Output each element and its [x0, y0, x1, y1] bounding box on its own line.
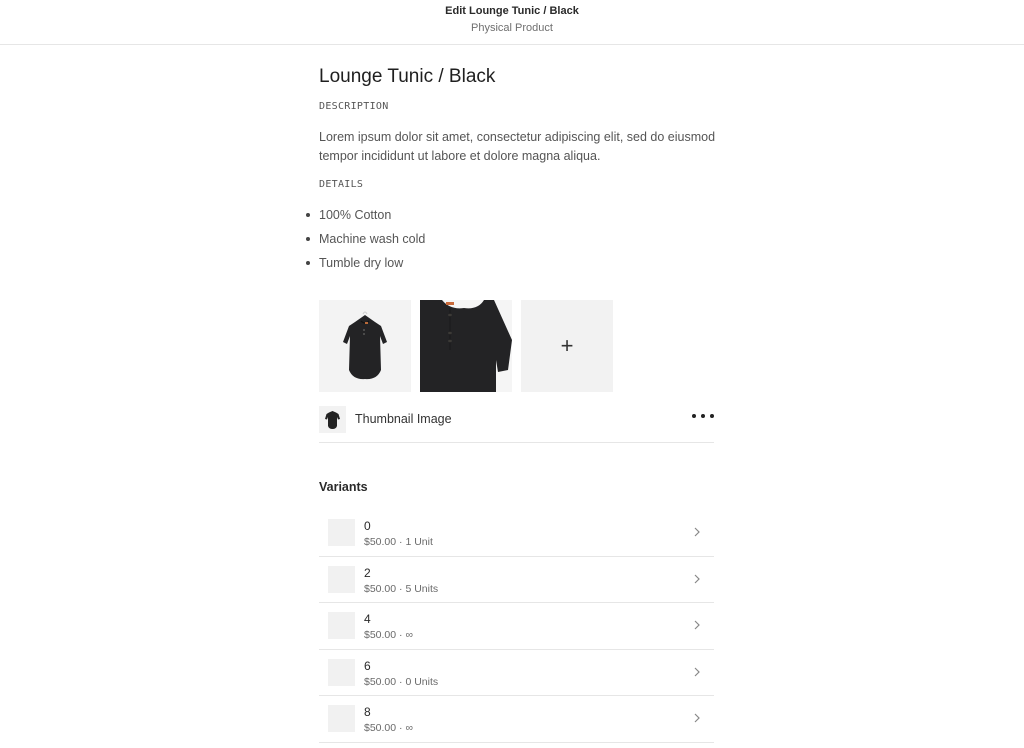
variant-row[interactable]: 0 $50.00 · 1 Unit — [319, 510, 714, 557]
image-gallery: + — [319, 300, 613, 392]
add-image-button[interactable]: + — [521, 300, 613, 392]
details-label: DETAILS — [319, 179, 364, 190]
detail-item: Tumble dry low — [306, 254, 425, 278]
detail-item: 100% Cotton — [306, 206, 425, 230]
chevron-right-icon — [694, 667, 700, 676]
variant-price-stock: $50.00 · 5 Units — [364, 582, 439, 595]
tunic-detail-image — [420, 300, 512, 392]
variant-name: 2 — [364, 565, 371, 580]
variant-name: 8 — [364, 705, 371, 719]
variant-row[interactable]: 8 $50.00 · ∞ — [319, 696, 714, 743]
variant-row[interactable]: 2 $50.00 · 5 Units — [319, 557, 714, 603]
variants-heading: Variants — [319, 480, 368, 494]
variant-image-placeholder — [328, 705, 355, 732]
variant-image-placeholder — [328, 658, 355, 686]
thumbnail-label: Thumbnail Image — [355, 412, 452, 426]
bullet-icon — [306, 213, 310, 217]
bullet-icon — [306, 261, 310, 265]
detail-text: Machine wash cold — [319, 232, 426, 246]
plus-icon: + — [560, 333, 574, 358]
variant-image-placeholder — [328, 519, 355, 546]
tunic-thumbnail-image — [325, 411, 340, 429]
chevron-right-icon — [694, 713, 700, 723]
product-image-full[interactable] — [319, 300, 411, 392]
detail-text: Tumble dry low — [319, 256, 404, 270]
variants-list: 0 $50.00 · 1 Unit 2 $50.00 · 5 Units 4 $… — [319, 510, 714, 743]
variant-name: 4 — [364, 612, 371, 626]
top-bar: Edit Lounge Tunic / Black Physical Produ… — [0, 0, 1024, 45]
chevron-right-icon — [694, 574, 700, 583]
product-title: Lounge Tunic / Black — [319, 66, 496, 87]
chevron-right-icon — [694, 527, 700, 537]
detail-item: Machine wash cold — [306, 230, 426, 254]
detail-text: 100% Cotton — [319, 208, 392, 222]
dot — [701, 414, 705, 418]
details-list: 100% Cotton Machine wash cold Tumble dry… — [306, 206, 426, 278]
more-options-icon[interactable] — [692, 408, 714, 424]
variant-row[interactable]: 4 $50.00 · ∞ — [319, 603, 714, 650]
product-description: Lorem ipsum dolor sit amet, consectetur … — [319, 130, 716, 163]
page-title: Edit Lounge Tunic / Black — [445, 5, 579, 17]
variant-name: 6 — [364, 658, 371, 673]
description-label: DESCRIPTION — [319, 101, 389, 112]
variant-price-stock: $50.00 · ∞ — [364, 722, 413, 734]
variant-price-stock: $50.00 · ∞ — [364, 629, 413, 641]
tunic-full-image — [343, 311, 387, 380]
page-subtitle: Physical Product — [471, 22, 553, 34]
dot — [692, 414, 696, 418]
dot — [710, 414, 714, 418]
variant-price-stock: $50.00 · 0 Units — [364, 675, 439, 688]
product-image-detail[interactable] — [420, 300, 512, 392]
variant-price-stock: $50.00 · 1 Unit — [364, 536, 433, 548]
thumbnail-image-row[interactable]: Thumbnail Image — [319, 404, 714, 443]
variant-row[interactable]: 6 $50.00 · 0 Units — [319, 650, 714, 696]
variant-name: 0 — [364, 519, 371, 533]
variant-image-placeholder — [328, 612, 355, 639]
variant-image-placeholder — [328, 565, 355, 593]
chevron-right-icon — [694, 620, 700, 630]
thumbnail-preview — [319, 406, 346, 433]
bullet-icon — [306, 237, 310, 241]
